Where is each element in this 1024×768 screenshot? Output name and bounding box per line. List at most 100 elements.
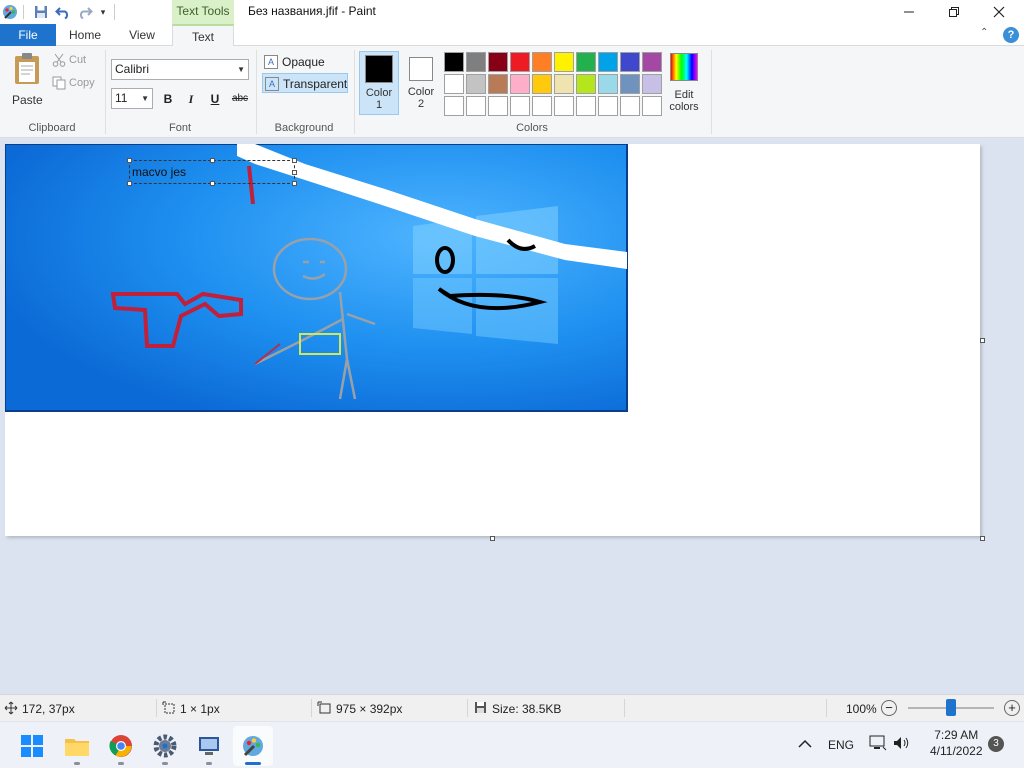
palette-swatch[interactable] (510, 74, 530, 94)
redo-icon[interactable] (76, 2, 94, 22)
palette-swatch[interactable] (532, 74, 552, 94)
palette-swatch[interactable] (510, 96, 530, 116)
palette-swatch[interactable] (642, 52, 662, 72)
palette-swatch[interactable] (554, 96, 574, 116)
paste-button[interactable]: Paste (6, 50, 48, 112)
clock[interactable]: 7:29 AM 4/11/2022 (930, 728, 983, 758)
palette-swatch[interactable] (642, 96, 662, 116)
scissors-icon (52, 53, 66, 67)
font-family-select[interactable]: Calibri ▼ (111, 59, 249, 80)
show-hidden-icons-button[interactable] (798, 736, 812, 752)
start-button[interactable] (12, 726, 52, 766)
zoom-slider-thumb[interactable] (946, 699, 956, 716)
divider (23, 5, 24, 19)
cursor-position-value: 172, 37px (22, 702, 75, 716)
strikethrough-button[interactable]: abc (229, 90, 251, 108)
palette-swatch[interactable] (466, 52, 486, 72)
text-box-resize-handle[interactable] (210, 181, 215, 186)
palette-swatch[interactable] (444, 74, 464, 94)
tab-view[interactable]: View (114, 24, 170, 46)
palette-swatch[interactable] (466, 74, 486, 94)
palette-swatch[interactable] (488, 52, 508, 72)
taskbar-paint[interactable] (233, 726, 273, 766)
text-box-resize-handle[interactable] (127, 158, 132, 163)
text-box[interactable]: macvo jes (127, 158, 297, 186)
tab-text[interactable]: Text (172, 24, 234, 47)
palette-swatch[interactable] (598, 96, 618, 116)
palette-swatch[interactable] (554, 52, 574, 72)
palette-swatch[interactable] (466, 96, 486, 116)
tab-home[interactable]: Home (58, 24, 112, 46)
palette-swatch[interactable] (576, 52, 596, 72)
transparent-option[interactable]: A Transparent (262, 73, 348, 93)
zoom-in-button[interactable]: + (1004, 700, 1020, 716)
customize-quick-access-icon[interactable]: ▾ (97, 2, 109, 22)
taskbar-chrome[interactable] (101, 726, 141, 766)
zoom-out-button[interactable]: − (881, 700, 897, 716)
palette-swatch[interactable] (554, 74, 574, 94)
text-box-resize-handle[interactable] (292, 181, 297, 186)
color-1-button[interactable]: Color 1 (359, 51, 399, 115)
palette-swatch[interactable] (532, 52, 552, 72)
palette-swatch[interactable] (576, 96, 596, 116)
undo-icon[interactable] (54, 2, 72, 22)
text-box-resize-handle[interactable] (292, 158, 297, 163)
drawing-canvas[interactable]: macvo jes (5, 144, 985, 541)
window-title: Без названия.jfif - Paint (248, 4, 376, 18)
palette-swatch[interactable] (620, 52, 640, 72)
palette-swatch[interactable] (444, 52, 464, 72)
italic-button[interactable]: I (181, 90, 201, 108)
network-icon[interactable] (869, 735, 887, 754)
palette-swatch[interactable] (620, 96, 640, 116)
edit-colors-label-1: Edit (674, 89, 694, 101)
font-size-select[interactable]: 11 ▼ (111, 88, 153, 109)
file-size-icon (474, 701, 487, 717)
clock-date: 4/11/2022 (930, 744, 983, 758)
canvas-resize-handle-corner[interactable] (980, 536, 985, 541)
help-icon[interactable]: ? (1003, 27, 1019, 43)
color-spectrum-icon (670, 53, 698, 81)
restore-button[interactable] (931, 0, 977, 24)
opaque-option[interactable]: A Opaque (262, 52, 348, 72)
palette-swatch[interactable] (576, 74, 596, 94)
text-box-content[interactable]: macvo jes (132, 165, 186, 179)
palette-swatch[interactable] (510, 52, 530, 72)
palette-swatch[interactable] (598, 52, 618, 72)
tab-file[interactable]: File (0, 24, 56, 46)
zoom-level: 100% (846, 702, 877, 716)
taskbar-file-explorer[interactable] (57, 726, 97, 766)
close-button[interactable] (976, 0, 1022, 24)
copy-icon (52, 76, 66, 90)
text-box-resize-handle[interactable] (210, 158, 215, 163)
selection-size-value: 1 × 1px (180, 702, 220, 716)
palette-swatch[interactable] (488, 74, 508, 94)
palette-swatch[interactable] (598, 74, 618, 94)
taskbar-settings[interactable] (145, 726, 185, 766)
palette-swatch[interactable] (532, 96, 552, 116)
canvas-workspace[interactable]: macvo jes (0, 139, 1024, 694)
bold-button[interactable]: B (158, 90, 178, 108)
color-2-button[interactable]: Color 2 (401, 51, 441, 115)
minimize-ribbon-icon[interactable]: ⌃ (980, 27, 988, 38)
canvas-resize-handle-right[interactable] (980, 338, 985, 343)
text-box-resize-handle[interactable] (127, 181, 132, 186)
volume-icon[interactable] (893, 736, 911, 753)
input-language-indicator[interactable]: ENG (828, 738, 854, 752)
edit-colors-button[interactable]: Edit colors (664, 51, 704, 115)
canvas-image[interactable] (5, 144, 980, 536)
palette-swatch[interactable] (444, 96, 464, 116)
notification-badge[interactable]: 3 (988, 736, 1004, 752)
palette-swatch[interactable] (488, 96, 508, 116)
palette-swatch[interactable] (642, 74, 662, 94)
underline-button[interactable]: U (205, 90, 225, 108)
save-icon[interactable] (32, 2, 50, 22)
font-group-label: Font (168, 122, 191, 134)
minimize-button[interactable] (886, 0, 932, 24)
copy-button[interactable]: Copy (52, 76, 102, 92)
text-box-resize-handle[interactable] (292, 170, 297, 175)
palette-swatch[interactable] (620, 74, 640, 94)
cut-button[interactable]: Cut (52, 53, 98, 69)
taskbar-remote-desktop[interactable] (189, 726, 229, 766)
paint-app-icon[interactable] (2, 2, 18, 22)
canvas-resize-handle-bottom[interactable] (490, 536, 495, 541)
